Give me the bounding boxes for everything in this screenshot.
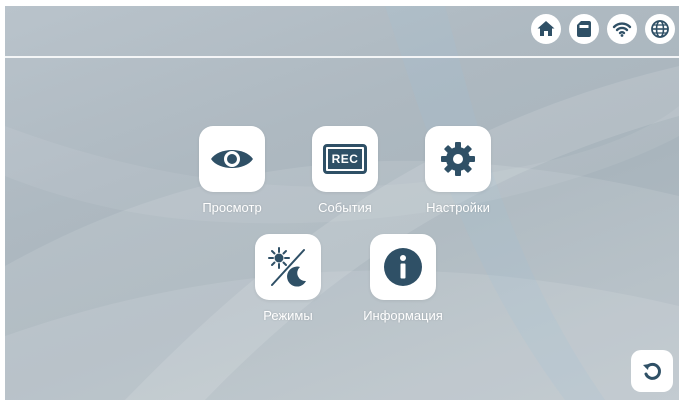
settings-button[interactable]	[425, 126, 491, 192]
back-button[interactable]	[631, 350, 673, 392]
settings-label: Настройки	[426, 200, 490, 215]
wifi-icon[interactable]	[607, 14, 637, 44]
day-night-icon	[268, 247, 306, 287]
tile-view[interactable]: Просмотр	[172, 126, 292, 215]
gear-icon	[441, 142, 475, 176]
sd-card-icon[interactable]	[569, 14, 599, 44]
modes-label: Режимы	[263, 308, 313, 323]
globe-icon[interactable]	[645, 14, 675, 44]
tile-info[interactable]: Информация	[343, 234, 463, 323]
undo-arrow-icon	[643, 362, 661, 380]
rec-icon-text: REC	[328, 149, 362, 169]
tile-settings[interactable]: Настройки	[398, 126, 518, 215]
events-button[interactable]: REC	[312, 126, 378, 192]
main-screen: Просмотр REC События Настройки Режимы Ин…	[5, 6, 679, 400]
rec-icon: REC	[323, 144, 367, 174]
home-icon[interactable]	[531, 14, 561, 44]
info-label: Информация	[363, 308, 443, 323]
view-button[interactable]	[199, 126, 265, 192]
info-button[interactable]	[370, 234, 436, 300]
tile-modes[interactable]: Режимы	[228, 234, 348, 323]
info-icon	[384, 248, 422, 286]
tile-events[interactable]: REC События	[285, 126, 405, 215]
view-label: Просмотр	[202, 200, 262, 215]
modes-button[interactable]	[255, 234, 321, 300]
status-divider	[5, 56, 679, 58]
events-label: События	[318, 200, 372, 215]
status-bar	[531, 14, 675, 44]
eye-icon	[211, 150, 253, 168]
